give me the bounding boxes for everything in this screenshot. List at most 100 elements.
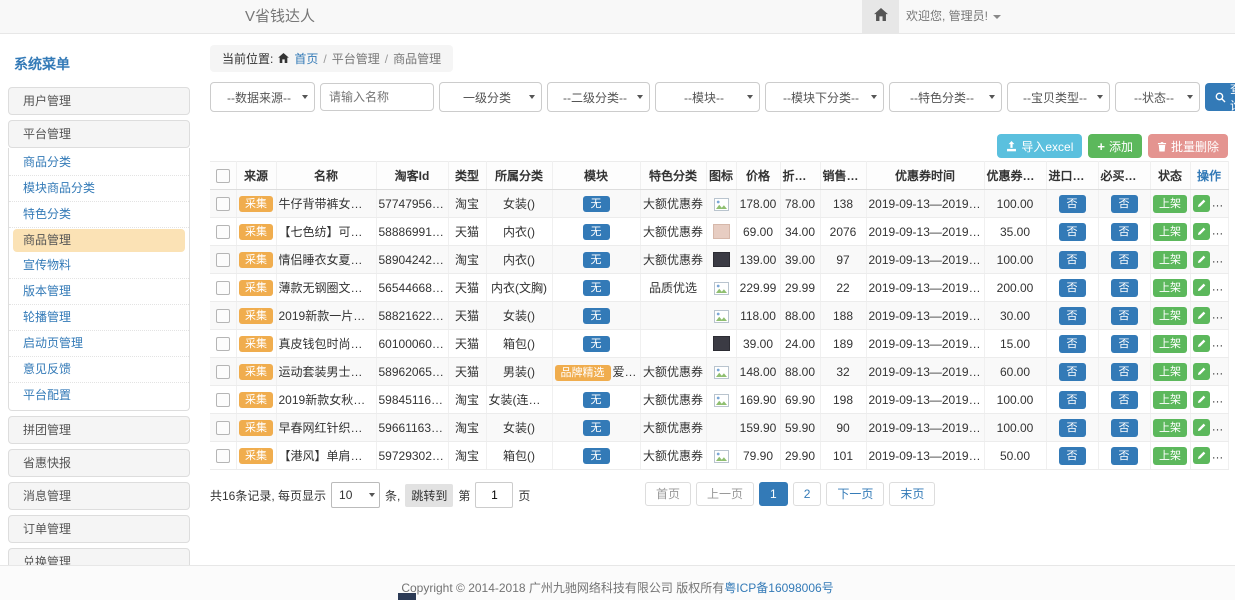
edit-button[interactable] bbox=[1193, 223, 1210, 240]
must-buy-toggle[interactable]: 否 bbox=[1111, 363, 1138, 381]
sidebar-item-启动页管理[interactable]: 启动页管理 bbox=[9, 331, 189, 357]
row-checkbox[interactable] bbox=[216, 281, 230, 295]
sidebar-item-模块商品分类[interactable]: 模块商品分类 bbox=[9, 176, 189, 202]
row-checkbox[interactable] bbox=[216, 197, 230, 211]
sidebar-section-省惠快报[interactable]: 省惠快报 bbox=[8, 449, 190, 477]
must-buy-toggle[interactable]: 否 bbox=[1111, 335, 1138, 353]
jump-to-button[interactable]: 跳转到 bbox=[405, 484, 453, 507]
filter-select-level1-category[interactable]: 一级分类 bbox=[439, 82, 542, 112]
sidebar-item-宣传物料[interactable]: 宣传物料 bbox=[9, 253, 189, 279]
sidebar-item-版本管理[interactable]: 版本管理 bbox=[9, 279, 189, 305]
filter-select-level2-category[interactable]: --二级分类-- bbox=[547, 82, 650, 112]
must-buy-toggle[interactable]: 否 bbox=[1111, 419, 1138, 437]
row-checkbox[interactable] bbox=[216, 393, 230, 407]
row-checkbox[interactable] bbox=[216, 421, 230, 435]
import-excel-button[interactable]: 导入excel bbox=[997, 134, 1082, 158]
select-all-checkbox[interactable] bbox=[216, 169, 230, 183]
import-select-toggle[interactable]: 否 bbox=[1059, 363, 1086, 381]
sidebar-item-平台配置[interactable]: 平台配置 bbox=[9, 383, 189, 408]
row-checkbox[interactable] bbox=[216, 449, 230, 463]
must-buy-toggle[interactable]: 否 bbox=[1111, 251, 1138, 269]
sidebar-item-商品分类[interactable]: 商品分类 bbox=[9, 150, 189, 176]
row-checkbox[interactable] bbox=[216, 309, 230, 323]
status-toggle[interactable]: 上架 bbox=[1153, 335, 1187, 353]
page-button-首页[interactable]: 首页 bbox=[645, 482, 691, 506]
edit-button[interactable] bbox=[1193, 307, 1210, 324]
filter-select-data-source[interactable]: --数据来源-- bbox=[210, 82, 315, 112]
edit-button[interactable] bbox=[1193, 335, 1210, 352]
search-button[interactable]: 查询 bbox=[1205, 83, 1235, 111]
sidebar-item-商品管理[interactable]: 商品管理 bbox=[13, 229, 185, 252]
batch-delete-button[interactable]: 批量删除 bbox=[1148, 134, 1228, 158]
status-toggle[interactable]: 上架 bbox=[1153, 195, 1187, 213]
status-toggle[interactable]: 上架 bbox=[1153, 447, 1187, 465]
app-title[interactable]: V省钱达人 bbox=[245, 0, 315, 33]
breadcrumb-home-link[interactable]: 首页 bbox=[294, 50, 318, 67]
must-buy-toggle[interactable]: 否 bbox=[1111, 223, 1138, 241]
add-button[interactable]: + 添加 bbox=[1088, 134, 1142, 158]
filter-select-module-sub-category[interactable]: --模块下分类-- bbox=[765, 82, 884, 112]
edit-button[interactable] bbox=[1193, 279, 1210, 296]
module-none-badge: 无 bbox=[583, 280, 610, 296]
status-toggle[interactable]: 上架 bbox=[1153, 391, 1187, 409]
import-select-toggle[interactable]: 否 bbox=[1059, 391, 1086, 409]
sidebar-item-轮播管理[interactable]: 轮播管理 bbox=[9, 305, 189, 331]
import-select-toggle[interactable]: 否 bbox=[1059, 335, 1086, 353]
must-buy-toggle[interactable]: 否 bbox=[1111, 447, 1138, 465]
row-checkbox[interactable] bbox=[216, 365, 230, 379]
must-buy-toggle[interactable]: 否 bbox=[1111, 307, 1138, 325]
edit-button[interactable] bbox=[1193, 447, 1210, 464]
status-toggle[interactable]: 上架 bbox=[1153, 279, 1187, 297]
status-toggle[interactable]: 上架 bbox=[1153, 307, 1187, 325]
source-cell: 采集 bbox=[236, 274, 276, 302]
status-toggle[interactable]: 上架 bbox=[1153, 223, 1187, 241]
must-buy-toggle[interactable]: 否 bbox=[1111, 391, 1138, 409]
import-select-toggle[interactable]: 否 bbox=[1059, 195, 1086, 213]
sidebar-section-兑换管理[interactable]: 兑换管理 bbox=[8, 548, 190, 565]
import-select-toggle[interactable]: 否 bbox=[1059, 279, 1086, 297]
icp-link[interactable]: 粤ICP备16098006号 bbox=[724, 579, 833, 596]
status-toggle[interactable]: 上架 bbox=[1153, 419, 1187, 437]
sidebar-item-特色分类[interactable]: 特色分类 bbox=[9, 202, 189, 228]
filter-name-input[interactable] bbox=[320, 83, 434, 111]
row-checkbox[interactable] bbox=[216, 253, 230, 267]
sidebar-section-拼团管理[interactable]: 拼团管理 bbox=[8, 416, 190, 444]
page-button-上一页[interactable]: 上一页 bbox=[696, 482, 754, 506]
status-toggle[interactable]: 上架 bbox=[1153, 251, 1187, 269]
import-select-toggle[interactable]: 否 bbox=[1059, 223, 1086, 241]
filter-select-item-type[interactable]: --宝贝类型-- bbox=[1007, 82, 1110, 112]
page-button-下一页[interactable]: 下一页 bbox=[826, 482, 884, 506]
row-checkbox[interactable] bbox=[216, 225, 230, 239]
page-button-2[interactable]: 2 bbox=[793, 482, 822, 506]
page-button-末页[interactable]: 末页 bbox=[889, 482, 935, 506]
user-menu[interactable]: 欢迎您, 管理员! bbox=[906, 0, 1001, 33]
filter-select-feature-category[interactable]: --特色分类-- bbox=[889, 82, 1002, 112]
edit-button[interactable] bbox=[1193, 391, 1210, 408]
platform-type-cell: 天猫 bbox=[448, 330, 486, 358]
filter-select-module[interactable]: --模块-- bbox=[655, 82, 760, 112]
sidebar-section-平台管理[interactable]: 平台管理 bbox=[8, 120, 190, 148]
page-number-input[interactable] bbox=[475, 482, 513, 508]
edit-button[interactable] bbox=[1193, 363, 1210, 380]
sidebar-item-意见反馈[interactable]: 意见反馈 bbox=[9, 357, 189, 383]
import-select-toggle[interactable]: 否 bbox=[1059, 447, 1086, 465]
edit-button[interactable] bbox=[1193, 195, 1210, 212]
sidebar-section-订单管理[interactable]: 订单管理 bbox=[8, 515, 190, 543]
column-header-淘客Id: 淘客Id bbox=[376, 162, 448, 190]
per-page-select[interactable]: 10 bbox=[331, 482, 380, 508]
filter-select-status[interactable]: --状态-- bbox=[1115, 82, 1200, 112]
edit-button[interactable] bbox=[1193, 419, 1210, 436]
home-nav-button[interactable] bbox=[862, 0, 899, 33]
sidebar-section-用户管理[interactable]: 用户管理 bbox=[8, 87, 190, 115]
must-buy-toggle[interactable]: 否 bbox=[1111, 195, 1138, 213]
import-select-toggle[interactable]: 否 bbox=[1059, 307, 1086, 325]
import-select-toggle[interactable]: 否 bbox=[1059, 251, 1086, 269]
must-buy-toggle[interactable]: 否 bbox=[1111, 279, 1138, 297]
page-button-1[interactable]: 1 bbox=[759, 482, 788, 506]
status-toggle[interactable]: 上架 bbox=[1153, 363, 1187, 381]
edit-button[interactable] bbox=[1193, 251, 1210, 268]
source-cell: 采集 bbox=[236, 330, 276, 358]
row-checkbox[interactable] bbox=[216, 337, 230, 351]
import-select-toggle[interactable]: 否 bbox=[1059, 419, 1086, 437]
sidebar-section-消息管理[interactable]: 消息管理 bbox=[8, 482, 190, 510]
